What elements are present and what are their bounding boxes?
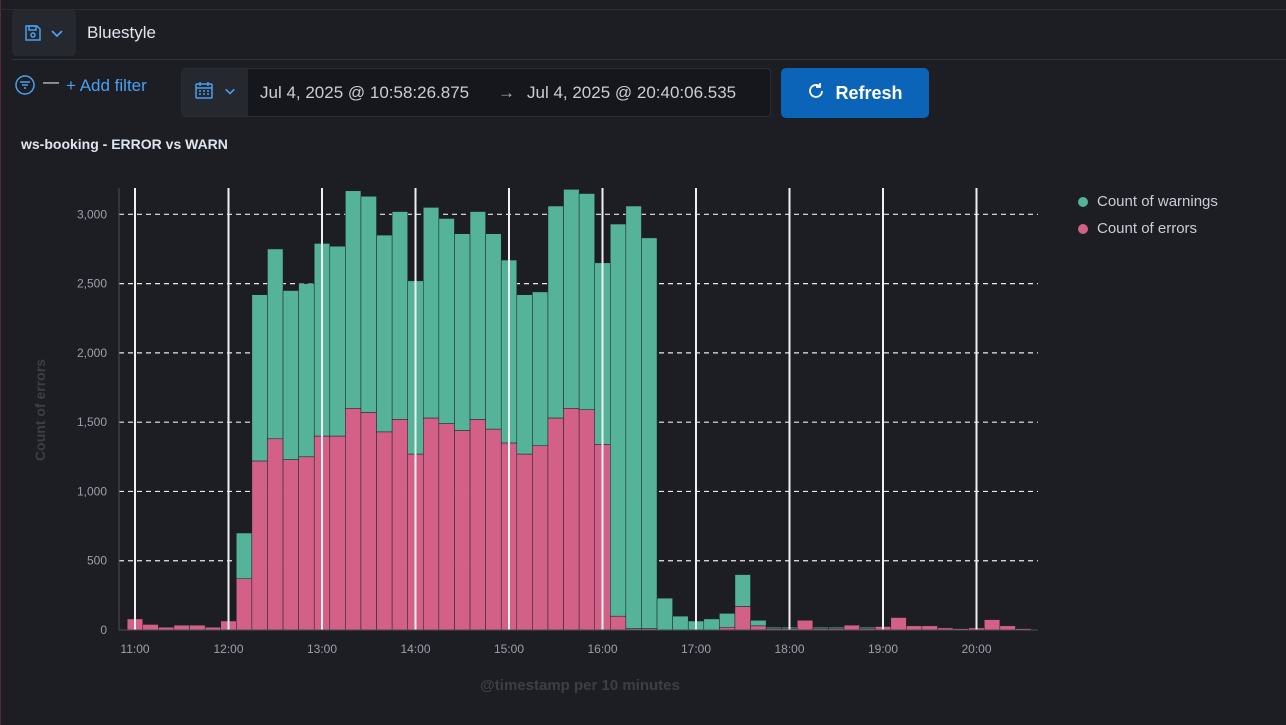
x-axis-title: @timestamp per 10 minutes (480, 677, 680, 694)
bar-warnings (438, 218, 455, 424)
bar-errors (236, 578, 253, 631)
bar-errors (454, 430, 471, 631)
bar-warnings (532, 291, 549, 446)
bar-warnings (376, 234, 393, 433)
bar-warnings (812, 626, 829, 629)
bar-warnings (454, 233, 471, 431)
bar-warnings (734, 574, 751, 607)
bar-errors (345, 408, 362, 631)
bar-warnings (236, 532, 253, 579)
bar-warnings (345, 190, 362, 409)
bar-errors (298, 456, 315, 631)
bar-warnings (298, 283, 315, 458)
bar-errors (485, 428, 502, 631)
bar-errors (173, 624, 190, 631)
bar-warnings (547, 205, 564, 419)
bar-errors (391, 419, 408, 631)
bar-errors (578, 409, 595, 631)
bar-errors (750, 625, 767, 631)
bar-warnings (329, 245, 346, 437)
y-axis-title: Count of errors (32, 359, 48, 461)
bar-errors (921, 625, 938, 631)
legend-label-warnings: Count of warnings (1097, 193, 1218, 210)
bar-warnings (578, 193, 595, 410)
bar-errors (999, 625, 1016, 631)
bar-warnings (719, 613, 736, 628)
bar-warnings (828, 626, 845, 629)
bar-warnings (391, 211, 408, 420)
x-tick-label: 19:00 (868, 642, 898, 656)
x-tick-label: 14:00 (400, 642, 430, 656)
legend: Count of warnings Count of errors (1078, 188, 1218, 242)
x-tick-label: 15:00 (494, 642, 524, 656)
bar-errors (423, 417, 440, 631)
bar-errors (843, 624, 860, 631)
bar-errors (734, 606, 751, 631)
bar-errors (282, 459, 299, 631)
bar-errors (438, 423, 455, 631)
bar-errors (251, 460, 268, 631)
bar-warnings (251, 294, 268, 462)
y-tick-label: 2,000 (77, 346, 107, 360)
y-tick-label: 1,500 (77, 415, 107, 429)
bar-warnings (267, 248, 284, 440)
bar-errors (189, 624, 206, 631)
x-tick-label: 18:00 (774, 642, 804, 656)
bar-warnings (750, 620, 767, 627)
bar-warnings (641, 237, 658, 629)
y-tick-label: 500 (87, 554, 107, 568)
y-tick-label: 3,000 (77, 207, 107, 221)
bar-errors (547, 417, 564, 631)
bar-errors (890, 617, 907, 631)
bar-warnings (563, 189, 580, 409)
bar-warnings (765, 626, 782, 629)
bar-errors (142, 624, 159, 631)
bar-errors (516, 453, 533, 631)
bar-errors (267, 438, 284, 631)
bar-warnings (656, 597, 673, 631)
bar-errors (797, 620, 814, 631)
bar-errors (469, 419, 486, 631)
bar-warnings (610, 223, 627, 617)
bar-warnings (859, 626, 876, 629)
bar-warnings (625, 205, 642, 629)
bar-errors (906, 625, 923, 631)
bar-errors (610, 615, 627, 631)
chart-svg: 0 500 1,000 1,500 2,000 2,500 3,000 11:00 12:00 1… (32, 188, 1038, 694)
bar-errors (984, 619, 1001, 631)
legend-item-warnings[interactable]: Count of warnings (1078, 188, 1218, 215)
bar-warnings (360, 196, 377, 413)
bar-errors (563, 408, 580, 631)
x-tick-label: 17:00 (681, 642, 711, 656)
bar-warnings (516, 294, 533, 455)
legend-dot-warnings (1078, 196, 1088, 207)
bar-warnings (469, 211, 486, 420)
y-tick-label: 2,500 (77, 277, 107, 291)
x-tick-label: 11:00 (120, 642, 149, 656)
x-tick-label: 16:00 (587, 642, 617, 656)
x-tick-label: 13:00 (307, 642, 337, 656)
y-tick-label: 0 (100, 623, 107, 637)
y-tick-label: 1,000 (77, 484, 107, 498)
bar-errors (376, 431, 393, 631)
bar-warnings (703, 618, 720, 631)
bar-errors (329, 435, 346, 631)
legend-label-errors: Count of errors (1097, 220, 1198, 237)
bar-warnings (423, 207, 440, 419)
bar-warnings (672, 615, 689, 631)
bar-errors (532, 445, 549, 631)
bar-errors (360, 412, 377, 631)
x-tick-label: 20:00 (961, 642, 991, 656)
legend-item-errors[interactable]: Count of errors (1078, 215, 1218, 242)
bar-warnings (282, 290, 299, 460)
bars (126, 189, 1032, 631)
bar-warnings (485, 233, 502, 430)
legend-dot-errors (1078, 223, 1088, 234)
x-tick-label: 12:00 (213, 642, 243, 656)
